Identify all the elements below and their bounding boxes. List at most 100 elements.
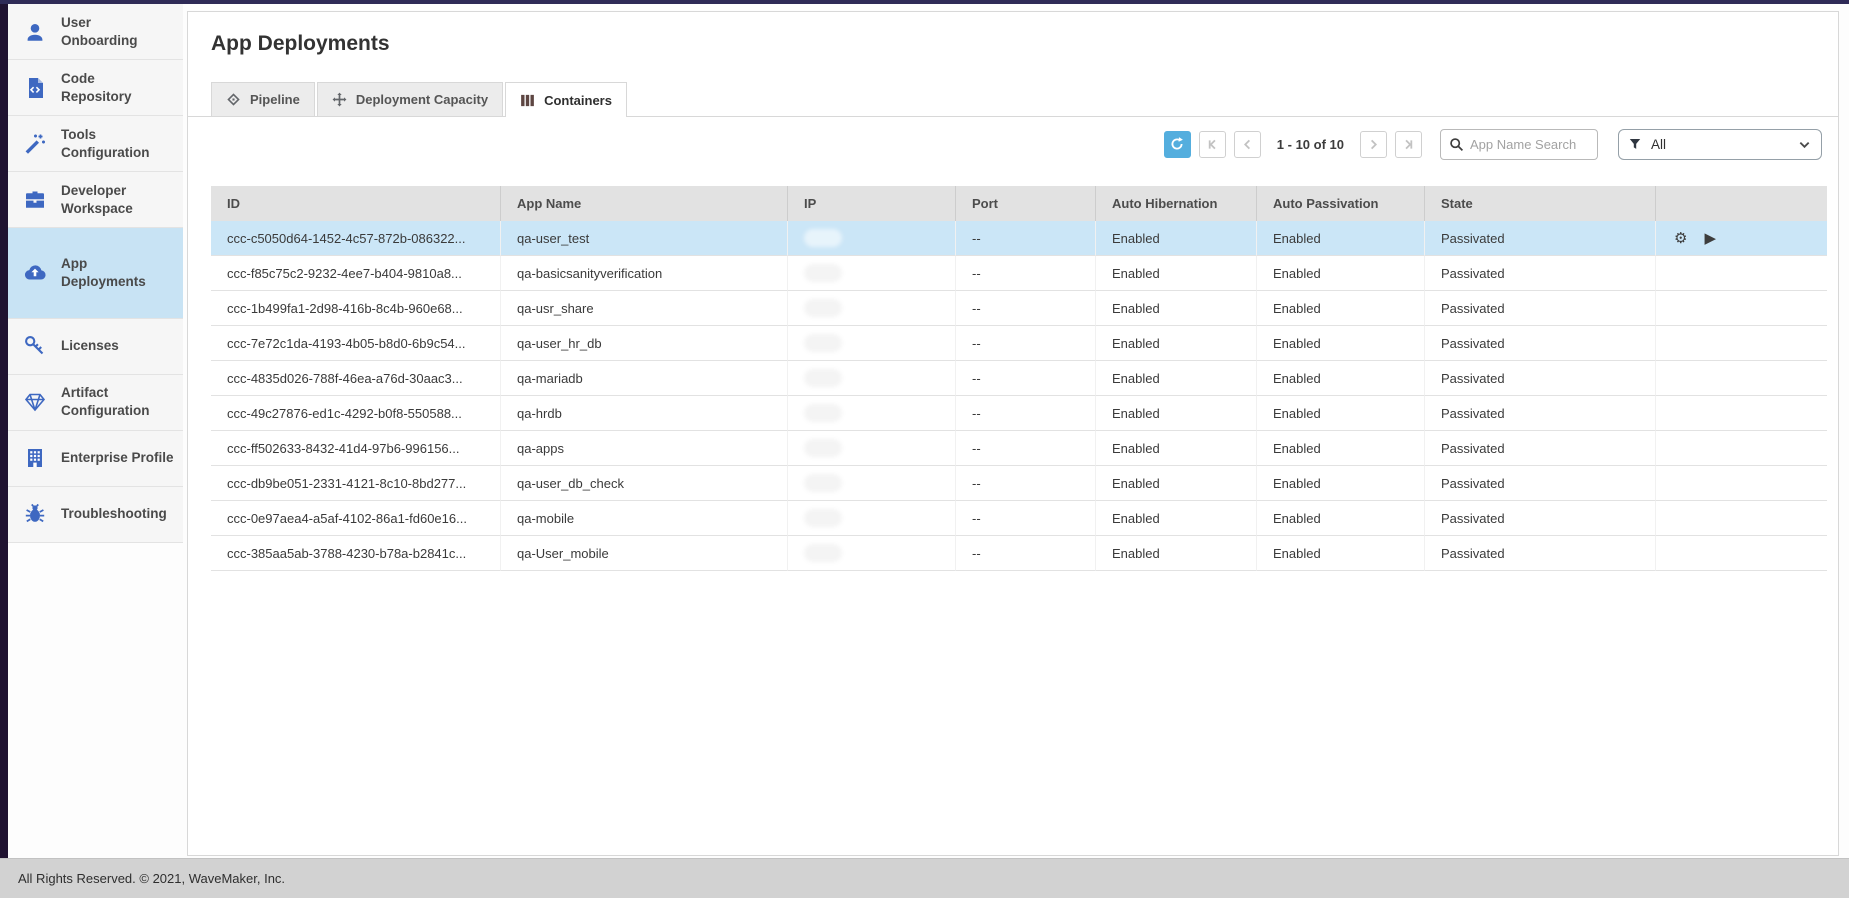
column-header-id: ID <box>211 186 501 221</box>
table-row[interactable]: ccc-f85c75c2-9232-4ee7-b404-9810a8... qa… <box>211 256 1827 291</box>
cell-app-name: qa-user_db_check <box>501 466 788 501</box>
tabs-row: Pipeline Deployment Capacity Containers <box>188 82 1838 117</box>
sidebar-item-troubleshooting[interactable]: Troubleshooting <box>8 487 183 543</box>
settings-icon[interactable]: ⚙ <box>1674 231 1687 246</box>
column-header-actions <box>1656 186 1827 221</box>
cell-actions <box>1656 501 1827 536</box>
cell-ip <box>788 396 956 431</box>
cell-actions: ⚙▶ <box>1656 221 1827 256</box>
table-row[interactable]: ccc-db9be051-2331-4121-8c10-8bd277... qa… <box>211 466 1827 501</box>
ip-redacted-blob <box>804 544 842 562</box>
ip-redacted-blob <box>804 474 842 492</box>
cell-id: ccc-385aa5ab-3788-4230-b78a-b2841c... <box>211 536 501 571</box>
refresh-icon <box>1169 136 1185 152</box>
next-page-button[interactable] <box>1360 131 1387 158</box>
state-filter-select[interactable]: All <box>1618 129 1822 160</box>
column-header-state: State <box>1425 186 1656 221</box>
table-row[interactable]: ccc-ff502633-8432-41d4-97b6-996156... qa… <box>211 431 1827 466</box>
previous-page-button[interactable] <box>1234 131 1261 158</box>
containers-table: IDApp NameIPPortAuto HibernationAuto Pas… <box>211 186 1827 571</box>
cell-app-name: qa-apps <box>501 431 788 466</box>
tab-pipeline[interactable]: Pipeline <box>211 82 315 116</box>
table-row[interactable]: ccc-49c27876-ed1c-4292-b0f8-550588... qa… <box>211 396 1827 431</box>
table-row[interactable]: ccc-4835d026-788f-46ea-a76d-30aac3... qa… <box>211 361 1827 396</box>
icon-wand <box>22 131 48 157</box>
column-header-auto-passivation: Auto Passivation <box>1257 186 1425 221</box>
table-row[interactable]: ccc-0e97aea4-a5af-4102-86a1-fd60e16... q… <box>211 501 1827 536</box>
sidebar-item-app-deployments[interactable]: App Deployments <box>8 228 183 319</box>
cell-id: ccc-0e97aea4-a5af-4102-86a1-fd60e16... <box>211 501 501 536</box>
tab-containers[interactable]: Containers <box>505 82 627 117</box>
table-toolbar: 1 - 10 of 10 All <box>188 128 1822 160</box>
column-header-ip: IP <box>788 186 956 221</box>
cell-auto-hibernation: Enabled <box>1096 326 1257 361</box>
cell-state: Passivated <box>1425 431 1656 466</box>
table-row[interactable]: ccc-c5050d64-1452-4c57-872b-086322... qa… <box>211 221 1827 256</box>
run-icon[interactable]: ▶ <box>1704 231 1716 246</box>
tab-label: Deployment Capacity <box>356 92 488 107</box>
icon-diamond <box>22 389 48 415</box>
cell-state: Passivated <box>1425 396 1656 431</box>
cell-state: Passivated <box>1425 361 1656 396</box>
cell-ip <box>788 221 956 256</box>
icon-building <box>22 445 48 471</box>
cell-port: -- <box>956 396 1096 431</box>
cell-id: ccc-ff502633-8432-41d4-97b6-996156... <box>211 431 501 466</box>
icon-user <box>22 19 48 45</box>
table-row[interactable]: ccc-7e72c1da-4193-4b05-b8d0-6b9c54... qa… <box>211 326 1827 361</box>
sidebar-item-developer-workspace[interactable]: Developer Workspace <box>8 172 183 228</box>
cell-state: Passivated <box>1425 501 1656 536</box>
cell-port: -- <box>956 326 1096 361</box>
column-header-port: Port <box>956 186 1096 221</box>
copyright-text: All Rights Reserved. © 2021, WaveMaker, … <box>18 871 285 886</box>
cell-auto-hibernation: Enabled <box>1096 536 1257 571</box>
search-icon <box>1449 137 1464 152</box>
icon-briefcase <box>22 187 48 213</box>
cell-actions <box>1656 256 1827 291</box>
sidebar-item-licenses[interactable]: Licenses <box>8 319 183 375</box>
cell-app-name: qa-user_hr_db <box>501 326 788 361</box>
icon-bug <box>22 501 48 527</box>
cell-app-name: qa-basicsanityverification <box>501 256 788 291</box>
table-row[interactable]: ccc-385aa5ab-3788-4230-b78a-b2841c... qa… <box>211 536 1827 571</box>
sidebar-item-enterprise-profile[interactable]: Enterprise Profile <box>8 431 183 487</box>
cell-auto-hibernation: Enabled <box>1096 501 1257 536</box>
cell-auto-hibernation: Enabled <box>1096 291 1257 326</box>
sidebar-item-label: Artifact Configuration <box>61 384 149 420</box>
main-content-card: App Deployments Pipeline Deployment Capa… <box>187 11 1839 856</box>
chevron-down-icon <box>1798 138 1811 151</box>
sidebar-item-tools-configuration[interactable]: Tools Configuration <box>8 116 183 172</box>
cell-actions <box>1656 536 1827 571</box>
cell-id: ccc-7e72c1da-4193-4b05-b8d0-6b9c54... <box>211 326 501 361</box>
refresh-button[interactable] <box>1164 131 1191 158</box>
cell-app-name: qa-user_test <box>501 221 788 256</box>
last-page-button[interactable] <box>1395 131 1422 158</box>
sidebar-item-code-repository[interactable]: Code Repository <box>8 60 183 116</box>
app-name-search-input[interactable] <box>1470 137 1585 152</box>
cell-auto-hibernation: Enabled <box>1096 361 1257 396</box>
cell-auto-hibernation: Enabled <box>1096 256 1257 291</box>
sidebar-item-artifact-configuration[interactable]: Artifact Configuration <box>8 375 183 431</box>
column-header-auto-hibernation: Auto Hibernation <box>1096 186 1257 221</box>
sidebar-item-label: Tools Configuration <box>61 126 149 162</box>
tab-deployment-capacity[interactable]: Deployment Capacity <box>317 82 503 116</box>
cell-auto-hibernation: Enabled <box>1096 396 1257 431</box>
next-page-icon <box>1366 137 1381 152</box>
table-row[interactable]: ccc-1b499fa1-2d98-416b-8c4b-960e68... qa… <box>211 291 1827 326</box>
ip-redacted-blob <box>804 334 842 352</box>
ip-redacted-blob <box>804 264 842 282</box>
row-actions: ⚙▶ <box>1672 231 1819 246</box>
first-page-button[interactable] <box>1199 131 1226 158</box>
sidebar-item-user-onboarding[interactable]: User Onboarding <box>8 4 183 60</box>
cell-actions <box>1656 361 1827 396</box>
cell-id: ccc-1b499fa1-2d98-416b-8c4b-960e68... <box>211 291 501 326</box>
cell-id: ccc-49c27876-ed1c-4292-b0f8-550588... <box>211 396 501 431</box>
cell-app-name: qa-usr_share <box>501 291 788 326</box>
cell-auto-passivation: Enabled <box>1257 361 1425 396</box>
cell-auto-hibernation: Enabled <box>1096 221 1257 256</box>
ip-redacted-blob <box>804 439 842 457</box>
cell-state: Passivated <box>1425 326 1656 361</box>
cell-state: Passivated <box>1425 291 1656 326</box>
cell-auto-passivation: Enabled <box>1257 536 1425 571</box>
cell-auto-passivation: Enabled <box>1257 501 1425 536</box>
